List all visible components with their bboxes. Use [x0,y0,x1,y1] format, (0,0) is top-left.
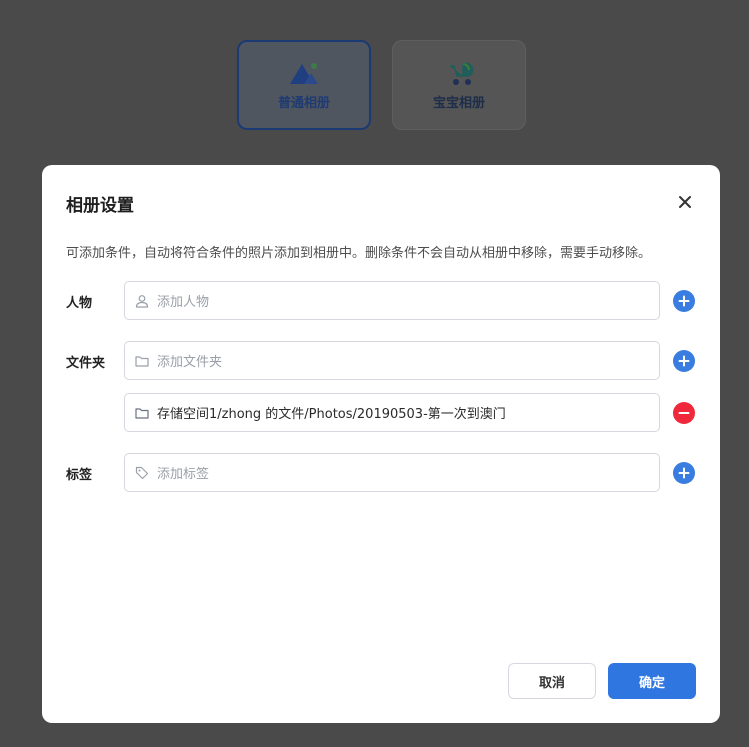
people-input[interactable]: 添加人物 [124,281,660,320]
album-type-normal-label: 普通相册 [277,95,330,111]
stroller-icon [450,62,474,85]
folder-item[interactable]: 存储空间1/zhong 的文件/Photos/20190503-第一次到澳门 [124,393,660,432]
add-tag-button[interactable] [673,462,695,484]
album-type-normal-card[interactable]: 普通相册 [237,40,371,130]
plus-icon [678,295,690,307]
add-people-button[interactable] [673,290,695,312]
folder-icon [135,407,149,419]
tag-icon [135,466,149,479]
add-folder-button[interactable] [673,350,695,372]
people-placeholder: 添加人物 [157,295,210,310]
remove-folder-button[interactable] [673,402,695,424]
person-icon [135,294,149,308]
mountain-icon [290,62,318,84]
minus-icon [678,412,690,414]
cancel-button[interactable]: 取消 [508,663,596,699]
folder-input[interactable]: 添加文件夹 [124,341,660,380]
dialog-description: 可添加条件，自动将符合条件的照片添加到相册中。删除条件不会自动从相册中移除，需要… [66,246,652,261]
folder-placeholder: 添加文件夹 [157,355,223,370]
confirm-button[interactable]: 确定 [608,663,696,699]
album-type-baby-card[interactable]: 宝宝相册 [392,40,526,130]
folder-icon [135,355,149,367]
tags-placeholder: 添加标签 [157,467,210,482]
album-settings-dialog: 相册设置 可添加条件，自动将符合条件的照片添加到相册中。删除条件不会自动从相册中… [42,165,720,723]
plus-icon [678,355,690,367]
tags-label: 标签 [66,468,93,483]
close-icon[interactable] [676,193,694,211]
album-type-baby-label: 宝宝相册 [432,95,485,111]
dialog-title: 相册设置 [66,196,134,216]
folder-item-path: 存储空间1/zhong 的文件/Photos/20190503-第一次到澳门 [157,407,506,422]
people-label: 人物 [66,296,93,311]
folder-label: 文件夹 [66,356,106,371]
tags-input[interactable]: 添加标签 [124,453,660,492]
plus-icon [678,467,690,479]
